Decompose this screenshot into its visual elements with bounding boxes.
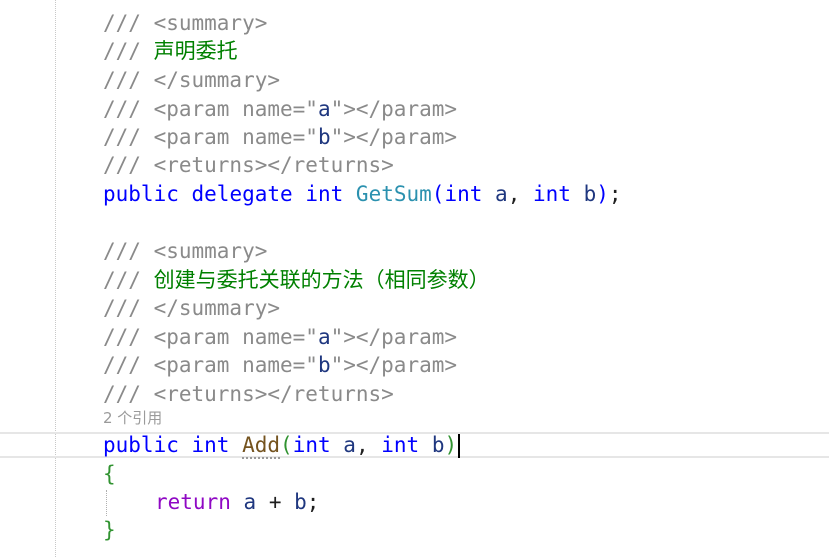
operand-a[interactable]: a [244, 490, 257, 514]
param-prefix: /// <param name=" [103, 97, 318, 121]
param-prefix: /// <param name=" [103, 125, 318, 149]
param-name: b [317, 125, 331, 149]
keyword-public: public [103, 433, 179, 457]
delegate-name[interactable]: GetSum [356, 182, 432, 206]
keyword-delegate: delegate [191, 182, 293, 206]
param-suffix: "></param> [330, 353, 458, 377]
xml-doc-param-a[interactable]: /// <param name="a"></param> [103, 95, 457, 123]
close-paren: ) [596, 182, 609, 206]
open-brace[interactable]: { [103, 460, 116, 488]
open-paren: ( [280, 433, 293, 457]
param1-name[interactable]: a [343, 433, 356, 457]
param-name: b [317, 353, 331, 377]
keyword-int: int [191, 433, 230, 457]
close-brace[interactable]: } [103, 516, 116, 544]
method-declaration[interactable]: public int Add(int a, int b) [103, 431, 461, 459]
xml-doc-summary-close[interactable]: /// </summary> [103, 66, 280, 94]
semicolon: ; [608, 182, 622, 206]
param-suffix: "></param> [330, 125, 458, 149]
keyword-int: int [305, 182, 344, 206]
xml-doc-summary-open[interactable]: /// <summary> [103, 9, 267, 37]
codelens-references-link[interactable]: 2 个引用 [103, 408, 162, 428]
comma: , [507, 182, 533, 206]
close-paren: ) [444, 433, 458, 457]
param-prefix: /// <param name=" [103, 325, 318, 349]
indent-guide [55, 0, 56, 557]
return-statement[interactable]: return a + b; [155, 488, 319, 516]
comment-prefix: /// [103, 39, 154, 63]
param2-name[interactable]: b [584, 182, 597, 206]
xml-doc-comment-line[interactable]: /// 声明委托 [103, 37, 238, 65]
xml-doc-returns[interactable]: /// <returns></returns> [103, 151, 394, 179]
param-suffix: "></param> [330, 97, 458, 121]
plus-operator: + [256, 490, 295, 514]
method-name[interactable]: Add [242, 433, 281, 459]
param-name: a [317, 97, 331, 121]
param1-type: int [292, 433, 331, 457]
block-indent-guide [106, 490, 107, 516]
xml-doc-summary-open-2[interactable]: /// <summary> [103, 237, 267, 265]
keyword-return: return [155, 490, 231, 514]
xml-doc-returns-2[interactable]: /// <returns></returns> [103, 380, 394, 408]
xml-doc-summary-close-2[interactable]: /// </summary> [103, 294, 280, 322]
param2-type: int [532, 182, 571, 206]
open-paren: ( [431, 182, 445, 206]
comment-text: 声明委托 [153, 39, 238, 63]
param-name: a [317, 325, 331, 349]
param-suffix: "></param> [330, 325, 458, 349]
text-caret [458, 434, 461, 458]
param1-type: int [444, 182, 483, 206]
comment-text: 创建与委托关联的方法（相同参数） [153, 268, 490, 292]
param1-name[interactable]: a [495, 182, 508, 206]
comment-prefix: /// [103, 268, 154, 292]
param-prefix: /// <param name=" [103, 353, 318, 377]
keyword-public: public [103, 182, 179, 206]
xml-doc-param-a-2[interactable]: /// <param name="a"></param> [103, 323, 457, 351]
semicolon: ; [306, 490, 320, 514]
xml-doc-comment-line-2[interactable]: /// 创建与委托关联的方法（相同参数） [103, 266, 490, 294]
xml-doc-param-b-2[interactable]: /// <param name="b"></param> [103, 351, 457, 379]
xml-doc-param-b[interactable]: /// <param name="b"></param> [103, 123, 457, 151]
comma: , [355, 433, 382, 457]
operand-b[interactable]: b [294, 490, 307, 514]
param2-type: int [381, 433, 420, 457]
param2-name[interactable]: b [432, 433, 445, 457]
delegate-declaration[interactable]: public delegate int GetSum(int a, int b)… [103, 180, 622, 208]
